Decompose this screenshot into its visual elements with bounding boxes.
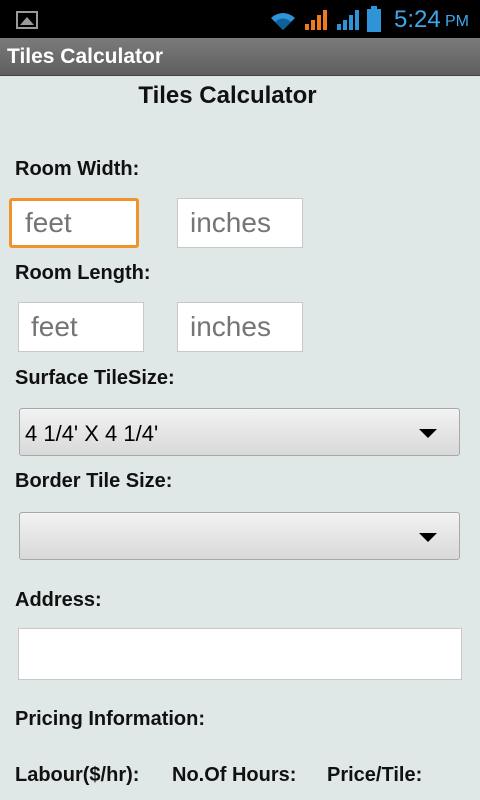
border-tile-size-select[interactable] xyxy=(19,512,460,560)
surface-tile-size-select[interactable]: 4 1/4' X 4 1/4' xyxy=(19,408,460,456)
surface-tile-size-label: Surface TileSize: xyxy=(15,367,175,389)
labour-rate-label: Labour($/hr): xyxy=(15,764,140,786)
room-length-label: Room Length: xyxy=(15,262,151,284)
room-width-feet-input[interactable] xyxy=(9,198,139,248)
app-title: Tiles Calculator xyxy=(7,45,164,68)
status-ampm: PM xyxy=(445,13,469,30)
hours-label: No.Of Hours: xyxy=(172,764,297,786)
dropdown-arrow-icon xyxy=(419,533,437,542)
pricing-information-label: Pricing Information: xyxy=(15,708,205,730)
room-width-label: Room Width: xyxy=(15,158,140,180)
room-width-inches-input[interactable] xyxy=(177,198,303,248)
border-tile-size-label: Border Tile Size: xyxy=(15,470,173,492)
status-time: 5:24 xyxy=(394,6,441,33)
battery-icon xyxy=(367,6,381,32)
dropdown-arrow-icon xyxy=(419,429,437,438)
wifi-icon xyxy=(271,13,295,31)
room-length-inches-input[interactable] xyxy=(177,302,303,352)
room-length-feet-input[interactable] xyxy=(18,302,144,352)
page-title: Tiles Calculator xyxy=(138,82,317,109)
app-title-bar: Tiles Calculator xyxy=(0,38,480,76)
price-per-tile-label: Price/Tile: xyxy=(327,764,423,786)
address-input[interactable] xyxy=(18,628,462,680)
status-bar: 5:24 PM xyxy=(0,0,480,38)
signal-icon xyxy=(337,10,359,30)
surface-tile-size-value: 4 1/4' X 4 1/4' xyxy=(25,421,159,446)
signal-icon xyxy=(305,10,327,30)
form-content: Tiles Calculator Room Width: Room Length… xyxy=(0,76,480,800)
image-notification-icon xyxy=(16,11,38,29)
address-label: Address: xyxy=(15,589,102,611)
